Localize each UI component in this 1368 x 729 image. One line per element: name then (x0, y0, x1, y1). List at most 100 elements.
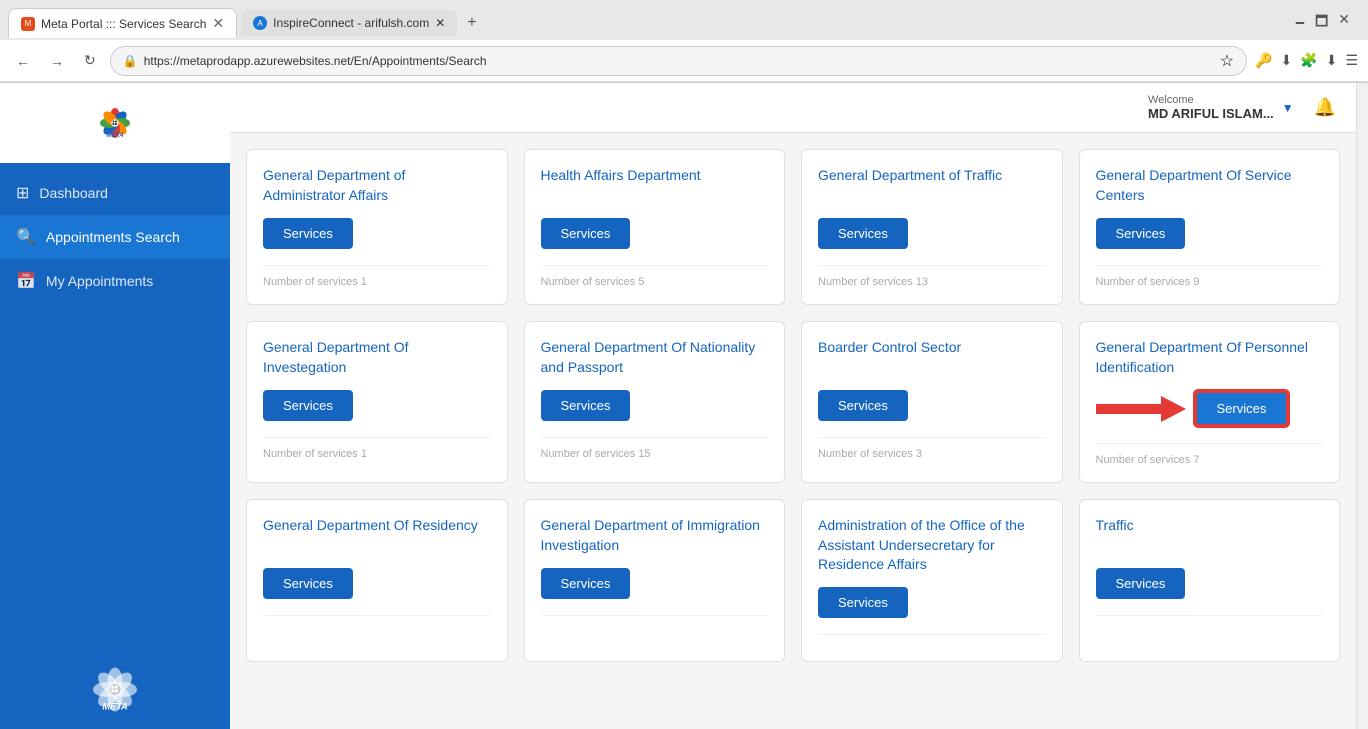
services-button-card11[interactable]: Services (818, 587, 908, 618)
card-btn-wrapper-card3: Services (818, 218, 1046, 249)
svg-text:META: META (106, 132, 124, 139)
services-button-card2[interactable]: Services (541, 218, 631, 249)
card-card9: General Department Of Residency Services (246, 499, 508, 662)
refresh-button[interactable]: ↻ (78, 48, 102, 73)
search-icon: 🔍 (16, 227, 36, 247)
card-card11: Administration of the Office of the Assi… (801, 499, 1063, 662)
password-manager-icon: 🔑 (1255, 52, 1272, 69)
address-bar: 🔒 ☆ (110, 46, 1247, 76)
card-title-card2: Health Affairs Department (541, 166, 769, 206)
meta-logo-svg: META متي (90, 98, 140, 148)
tab-favicon-1: M (21, 17, 35, 31)
num-services-value-card7: 3 (916, 448, 922, 460)
services-button-card6[interactable]: Services (541, 390, 631, 421)
card-title-card11: Administration of the Office of the Assi… (818, 516, 1046, 575)
card-title-card8: General Department Of Personnel Identifi… (1096, 338, 1324, 378)
card-card3: General Department of TrafficServicesNum… (801, 149, 1063, 305)
card-card5: General Department Of InvestegationServi… (246, 321, 508, 483)
card-footer-card2: Number of services 5 (541, 265, 769, 288)
services-button-card3[interactable]: Services (818, 218, 908, 249)
sidebar-item-dashboard[interactable]: ⊞ Dashboard (0, 171, 230, 215)
user-dropdown-arrow[interactable]: ▼ (1282, 101, 1294, 115)
services-button-card8[interactable]: Services (1194, 390, 1290, 427)
card-footer-card9 (263, 615, 491, 626)
card-card4: General Department Of Service Centers Ser… (1079, 149, 1341, 305)
sidebar-item-my-appointments[interactable]: 📅 My Appointments (0, 259, 230, 303)
num-services-value-card3: 13 (916, 276, 928, 288)
extensions-icon[interactable]: ⬇ (1326, 52, 1338, 69)
card-btn-wrapper-card12: Services (1096, 568, 1324, 599)
num-services-label-card6: Number of services (541, 448, 639, 460)
tab-2[interactable]: A InspireConnect - arifulsh.com ✕ (241, 10, 457, 36)
services-button-card5[interactable]: Services (263, 390, 353, 421)
sidebar-item-appointments-search[interactable]: 🔍 Appointments Search (0, 215, 230, 259)
card-card12: Traffic Services (1079, 499, 1341, 662)
card-card2: Health Affairs Department Services Number … (524, 149, 786, 305)
card-btn-wrapper-card4: Services (1096, 218, 1324, 249)
forward-button[interactable]: → (44, 49, 70, 73)
sidebar-item-label-dashboard: Dashboard (39, 185, 108, 201)
card-title-card4: General Department Of Service Centers (1096, 166, 1324, 206)
welcome-section: Welcome MD ARIFUL ISLAM... ▼ 🔔 (1148, 94, 1336, 121)
app: META متي ⊞ Dashboard 🔍 Appointments Sear… (0, 83, 1368, 729)
close-button[interactable]: ✕ (1338, 11, 1350, 35)
card-btn-wrapper-card5: Services (263, 390, 491, 421)
maximize-button[interactable]: 🗖 (1315, 11, 1328, 35)
cards-grid: General Department of Administrator Affa… (246, 149, 1340, 662)
services-button-card9[interactable]: Services (263, 568, 353, 599)
card-card7: Boarder Control Sector Services Number of … (801, 321, 1063, 483)
main-area: Welcome MD ARIFUL ISLAM... ▼ 🔔 General D… (230, 83, 1356, 729)
card-btn-wrapper-card2: Services (541, 218, 769, 249)
card-footer-card7: Number of services 3 (818, 437, 1046, 460)
num-services-value-card1: 1 (361, 276, 367, 288)
card-btn-wrapper-card1: Services (263, 218, 491, 249)
services-button-card4[interactable]: Services (1096, 218, 1186, 249)
num-services-value-card6: 15 (638, 448, 650, 460)
card-title-card10: General Department of Immigration Invest… (541, 516, 769, 556)
services-button-card10[interactable]: Services (541, 568, 631, 599)
url-input[interactable] (144, 54, 1214, 68)
nav-actions: 🔑 ⬇ 🧩 ⬇ ☰ (1255, 52, 1358, 69)
extension-icon[interactable]: 🧩 (1300, 52, 1317, 69)
card-card1: General Department of Administrator Affa… (246, 149, 508, 305)
services-button-card7[interactable]: Services (818, 390, 908, 421)
services-button-card12[interactable]: Services (1096, 568, 1186, 599)
card-card6: General Department Of Nationality and Pa… (524, 321, 786, 483)
card-btn-wrapper-card10: Services (541, 568, 769, 599)
card-btn-wrapper-card7: Services (818, 390, 1046, 421)
back-button[interactable]: ← (10, 49, 36, 73)
services-button-card1[interactable]: Services (263, 218, 353, 249)
card-title-card9: General Department Of Residency (263, 516, 491, 556)
card-footer-card8: Number of services 7 (1096, 443, 1324, 466)
card-title-card6: General Department Of Nationality and Pa… (541, 338, 769, 378)
tab-favicon-2: A (253, 16, 267, 30)
download-icon[interactable]: ⬇ (1281, 52, 1293, 69)
active-tab[interactable]: M Meta Portal ::: Services Search ✕ (8, 8, 237, 38)
card-btn-wrapper-card9: Services (263, 568, 491, 599)
sidebar-item-label-appointments-search: Appointments Search (46, 229, 180, 245)
sidebar-footer-logo: META متي (0, 649, 230, 729)
lock-icon: 🔒 (123, 54, 138, 68)
svg-text:متي: متي (110, 697, 119, 703)
num-services-label-card7: Number of services (818, 448, 916, 460)
bookmark-icon[interactable]: ☆ (1220, 51, 1234, 71)
card-title-card7: Boarder Control Sector (818, 338, 1046, 378)
content-area: General Department of Administrator Affa… (230, 133, 1356, 729)
notification-bell-icon[interactable]: 🔔 (1314, 97, 1336, 118)
num-services-value-card4: 9 (1193, 276, 1199, 288)
tab-close-1[interactable]: ✕ (212, 15, 224, 32)
sidebar: META متي ⊞ Dashboard 🔍 Appointments Sear… (0, 83, 230, 729)
scrollbar-track[interactable] (1356, 83, 1368, 729)
card-footer-card10 (541, 615, 769, 626)
card-footer-card11 (818, 634, 1046, 645)
minimize-button[interactable]: 🗕 (1295, 11, 1305, 35)
card-title-card12: Traffic (1096, 516, 1324, 556)
card-footer-card1: Number of services 1 (263, 265, 491, 288)
num-services-label-card3: Number of services (818, 276, 916, 288)
tab-close-2[interactable]: ✕ (435, 16, 445, 30)
browser-chrome: M Meta Portal ::: Services Search ✕ A In… (0, 0, 1368, 83)
new-tab-button[interactable]: + (457, 8, 486, 38)
menu-icon[interactable]: ☰ (1345, 52, 1358, 69)
card-card10: General Department of Immigration Invest… (524, 499, 786, 662)
tab-label-2: InspireConnect - arifulsh.com (273, 16, 429, 30)
